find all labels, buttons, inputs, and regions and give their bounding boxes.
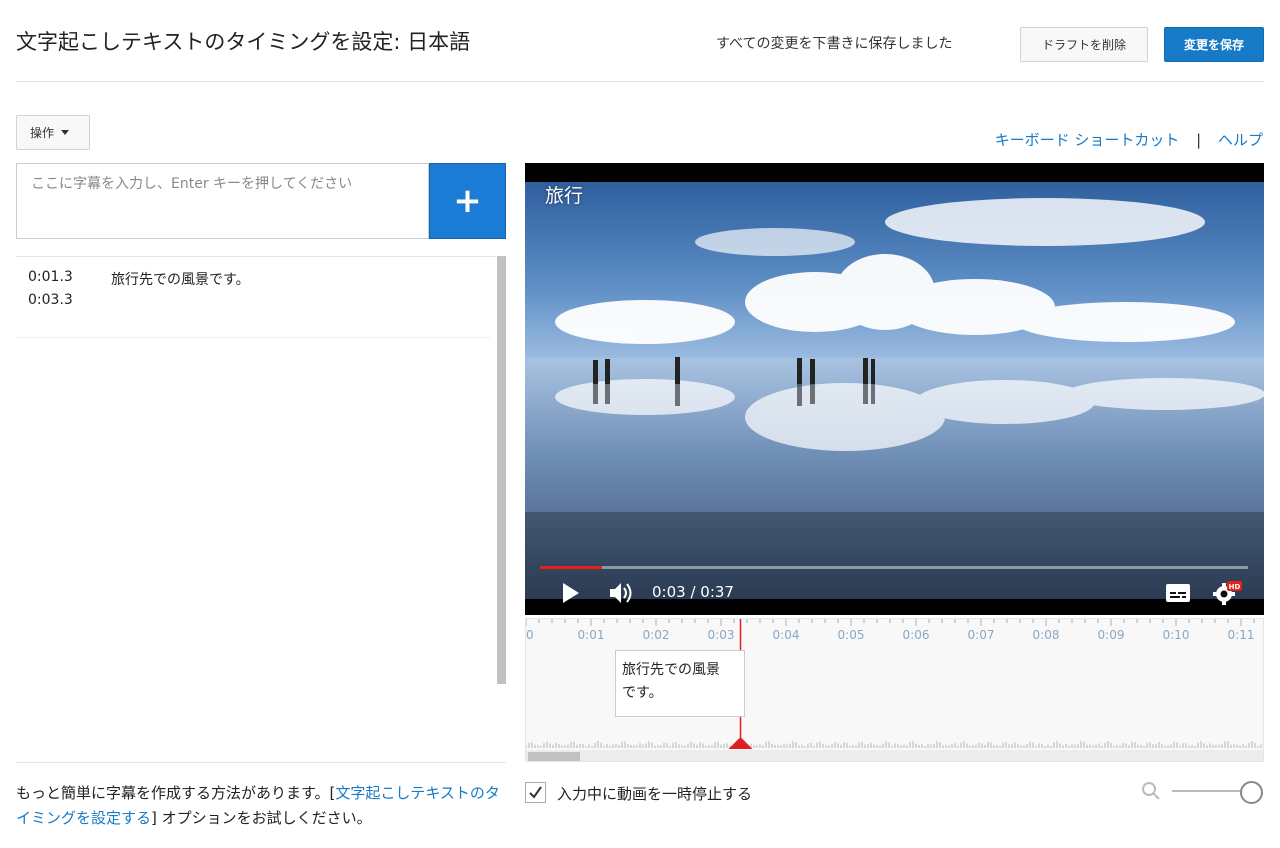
timeline-tick-label: 0:03 <box>708 628 735 642</box>
timeline-tick-label: 0:06 <box>903 628 930 642</box>
footer-hint: もっと簡単に字幕を作成する方法があります。[文字起こしテキストのタイミングを設定… <box>16 781 506 831</box>
timeline-tick-label: 0:01 <box>578 628 605 642</box>
play-button[interactable] <box>555 577 587 609</box>
caption-list: 0:01.3 0:03.3 旅行先での風景です。 <box>16 256 506 684</box>
caption-text[interactable]: 旅行先での風景です。 <box>111 269 250 289</box>
timeline-tick-label: 0:02 <box>643 628 670 642</box>
timeline-caption-block[interactable]: 旅行先での風景 です。 <box>615 650 745 717</box>
subtitles-icon <box>1166 584 1190 602</box>
video-progress-fill <box>540 566 603 569</box>
timeline-tick-label: 0:09 <box>1098 628 1125 642</box>
timeline-tick-label: 0:04 <box>773 628 800 642</box>
actions-label: 操作 <box>30 126 55 140</box>
hint-prefix: もっと簡単に字幕を作成する方法があります。[ <box>16 784 336 802</box>
caption-row[interactable]: 0:01.3 0:03.3 旅行先での風景です。 <box>16 257 490 338</box>
hint-suffix: ] オプションをお試しください。 <box>151 809 372 827</box>
keyboard-shortcuts-link[interactable]: キーボード ショートカット <box>995 131 1180 149</box>
save-changes-button[interactable]: 変更を保存 <box>1164 27 1264 62</box>
timeline-caption-line: 旅行先での風景 <box>622 662 720 678</box>
video-time: 0:03 / 0:37 <box>652 583 734 601</box>
caption-list-scrollbar[interactable] <box>497 256 506 684</box>
timeline-scroll-thumb <box>528 752 580 761</box>
caption-end-time[interactable]: 0:03.3 <box>28 292 73 308</box>
timeline-tick-label: 0:11 <box>1228 628 1255 642</box>
editor-header: 文字起こしテキストのタイミングを設定: 日本語 すべての変更を下書きに保存しまし… <box>16 0 1264 82</box>
hd-badge: HD <box>1229 583 1241 591</box>
video-progress-bar[interactable] <box>540 566 1248 569</box>
timeline-tick-label: 0:07 <box>968 628 995 642</box>
audio-waveform <box>526 741 1262 748</box>
video-player[interactable]: 旅行 0:03 / 0:37 HD <box>525 163 1264 615</box>
timeline-tick-label: 0:08 <box>1033 628 1060 642</box>
play-icon <box>563 583 579 603</box>
delete-draft-button[interactable]: ドラフトを削除 <box>1020 27 1148 62</box>
volume-button[interactable] <box>605 577 639 609</box>
chevron-down-icon <box>61 130 70 135</box>
page-title: 文字起こしテキストのタイミングを設定: 日本語 <box>16 30 471 54</box>
help-link[interactable]: ヘルプ <box>1218 131 1263 149</box>
video-frame <box>525 182 1264 599</box>
caption-input[interactable] <box>16 163 429 239</box>
video-title: 旅行 <box>545 185 584 207</box>
zoom-slider-handle[interactable] <box>1240 781 1263 804</box>
volume-icon <box>610 583 632 603</box>
pause-while-typing-checkbox[interactable] <box>525 782 546 803</box>
timeline-tick-label: 0:05 <box>838 628 865 642</box>
subtitles-button[interactable] <box>1161 577 1195 609</box>
link-separator: | <box>1196 131 1202 149</box>
timeline-caption-line: です。 <box>622 685 663 701</box>
save-status: すべての変更を下書きに保存しました <box>716 36 953 52</box>
playhead-marker <box>728 737 753 749</box>
caption-timeline[interactable]: 00 0:01 0:02 0:03 0:04 0:05 0:06 0:07 0:08 0:09 0:… <box>525 618 1264 762</box>
actions-dropdown[interactable]: 操作 <box>16 115 90 150</box>
pause-while-typing-label[interactable]: 入力中に動画を一時停止する <box>557 783 752 804</box>
timeline-tick-label: 0:10 <box>1163 628 1190 642</box>
search-icon[interactable] <box>1141 781 1161 805</box>
add-caption-button[interactable]: + <box>429 163 506 239</box>
settings-button[interactable]: HD <box>1209 577 1245 609</box>
caption-start-time[interactable]: 0:01.3 <box>28 269 73 285</box>
timeline-scroll-track <box>526 750 1263 761</box>
checkmark-icon <box>529 786 542 799</box>
help-links: キーボード ショートカット | ヘルプ <box>995 129 1263 150</box>
divider <box>16 762 506 763</box>
timeline-tick-label: 00 <box>526 628 534 642</box>
settings-icon: HD <box>1213 581 1242 605</box>
